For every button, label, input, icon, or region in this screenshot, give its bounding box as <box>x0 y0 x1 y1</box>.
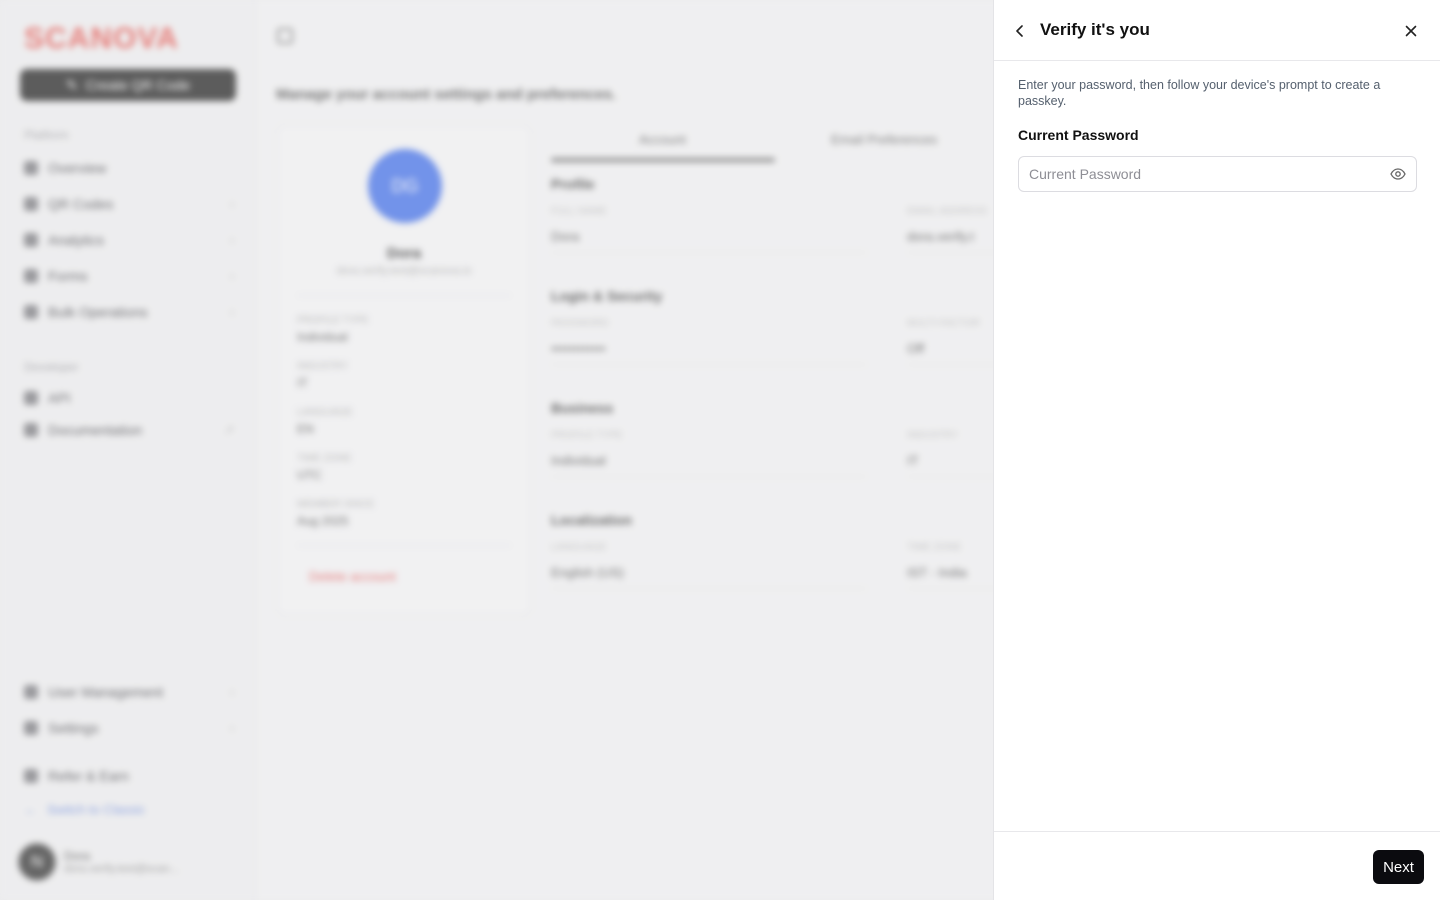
drawer-footer: Next <box>994 831 1440 900</box>
chevron-left-icon <box>1016 25 1023 37</box>
eye-icon <box>1390 168 1406 180</box>
next-button[interactable]: Next <box>1373 850 1424 884</box>
toggle-password-visibility-button[interactable] <box>1389 166 1407 182</box>
verify-drawer: Verify it's you Enter your password, the… <box>993 0 1440 900</box>
drawer-header: Verify it's you <box>994 0 1440 61</box>
back-button[interactable] <box>1010 21 1030 41</box>
drawer-description: Enter your password, then follow your de… <box>1018 78 1381 108</box>
drawer-title: Verify it's you <box>1040 20 1150 39</box>
current-password-label: Current Password <box>1018 127 1139 143</box>
current-password-field <box>1018 156 1417 192</box>
close-icon <box>1405 25 1417 37</box>
current-password-input[interactable] <box>1019 157 1379 191</box>
close-button[interactable] <box>1400 20 1422 42</box>
modal-backdrop[interactable] <box>0 0 993 900</box>
